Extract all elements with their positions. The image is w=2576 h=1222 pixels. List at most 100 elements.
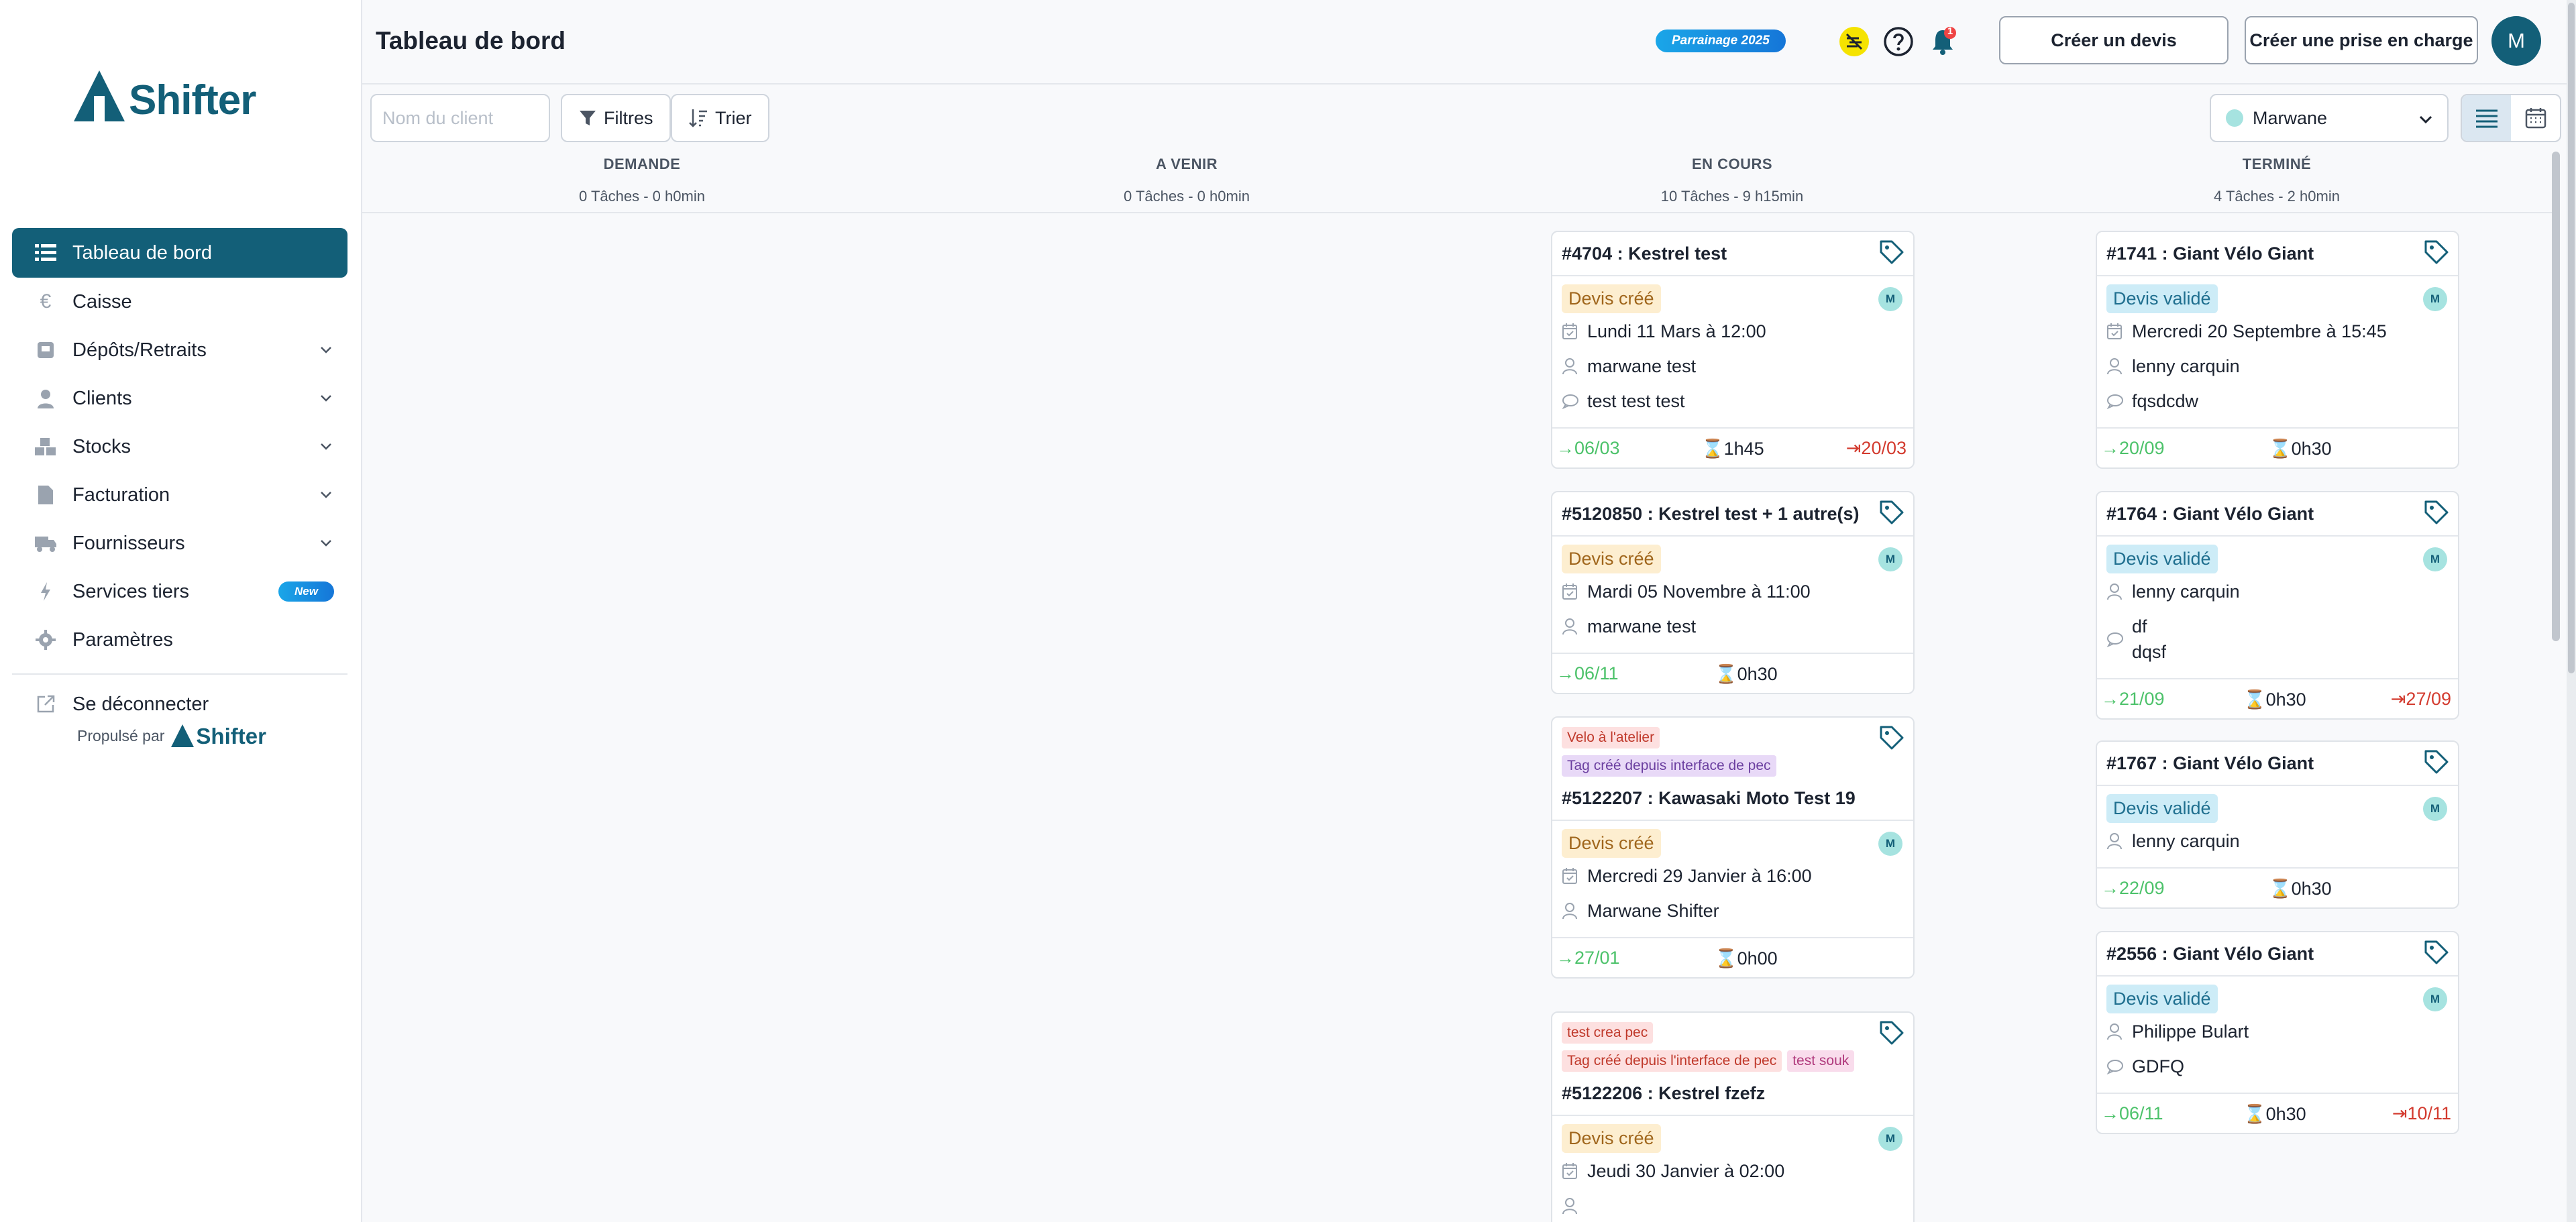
calendar-check-icon — [1562, 863, 1580, 889]
duration-text: 0h30 — [2291, 879, 2332, 899]
user-icon — [2106, 828, 2125, 854]
tag-icon[interactable] — [1878, 239, 1905, 266]
card-header: #2556 : Giant Vélo Giant — [2097, 932, 2458, 977]
chevron-down-icon[interactable] — [318, 342, 334, 358]
card-tag: Tag créé depuis l'interface de pec — [1562, 1050, 1782, 1072]
sidebar-item-depots-retraits[interactable]: Dépôts/Retraits — [12, 326, 347, 374]
card-date-row: Mercredi 20 Septembre à 15:45 — [2106, 319, 2449, 344]
comment-icon — [2106, 388, 2125, 414]
hourglass-icon: ⌛ — [2243, 1104, 2266, 1124]
calendar-view-button[interactable] — [2511, 95, 2560, 141]
card-title: #5122207 : Kawasaki Moto Test 19 — [1562, 788, 1856, 808]
tag-icon[interactable] — [1878, 724, 1905, 751]
task-card[interactable]: test crea pec Tag créé depuis l'interfac… — [1551, 1011, 1915, 1222]
sidebar-item-tableau-de-bord[interactable]: Tableau de bord — [12, 228, 347, 278]
tag-icon[interactable] — [2423, 239, 2450, 266]
sidebar: Shifter Tableau de bord € Caisse Dépôts/… — [0, 0, 362, 1222]
tag-icon[interactable] — [1878, 1019, 1905, 1046]
card-tag: test souk — [1787, 1050, 1855, 1072]
tag-icon[interactable] — [2423, 499, 2450, 526]
page-scrollbar-thumb[interactable] — [2568, 3, 2575, 673]
calendar-check-icon — [1562, 1158, 1580, 1184]
card-client: lenny carquin — [2132, 831, 2240, 851]
calendar-check-icon — [2106, 319, 2125, 344]
in-date-text: 06/11 — [2119, 1103, 2163, 1123]
sidebar-item-clients[interactable]: Clients — [12, 374, 347, 423]
column-summary: 4 Tâches - 2 h0min — [2214, 188, 2340, 205]
chevron-down-icon[interactable] — [318, 535, 334, 551]
card-out-date: ⇥27/09 — [2391, 689, 2451, 710]
card-client-row — [1562, 1193, 1904, 1219]
card-client: Marwane Shifter — [1587, 901, 1719, 921]
card-duration: ⌛1h45 — [1701, 438, 1764, 459]
sidebar-item-parametres[interactable]: Paramètres — [12, 616, 347, 664]
sidebar-item-services-tiers[interactable]: Services tiers New — [12, 567, 347, 616]
filters-button[interactable]: Filtres — [561, 94, 671, 142]
task-card[interactable]: #1741 : Giant Vélo Giant Devis validé M … — [2096, 231, 2459, 469]
card-title: #1741 : Giant Vélo Giant — [2106, 243, 2314, 264]
bell-icon[interactable]: 1 — [1927, 25, 1959, 58]
card-client-row: Philippe Bulart — [2106, 1019, 2449, 1044]
tag-icon[interactable] — [2423, 939, 2450, 966]
sidebar-nav: Tableau de bord € Caisse Dépôts/Retraits… — [12, 228, 347, 726]
shifter-logo[interactable]: Shifter — [74, 70, 256, 121]
board-toolbar: Filtres Trier Marwane — [362, 87, 2576, 148]
in-date-text: 20/09 — [2119, 438, 2165, 458]
board-scrollbar-thumb[interactable] — [2552, 152, 2560, 641]
sort-icon — [689, 109, 707, 127]
logout-label: Se déconnecter — [72, 693, 209, 715]
sign-in-icon: → — [1556, 948, 1574, 968]
page-scrollbar[interactable] — [2567, 0, 2576, 1222]
card-in-date: →27/01 — [1556, 948, 1620, 968]
user-icon — [1562, 898, 1580, 924]
card-date: Jeudi 30 Janvier à 02:00 — [1587, 1161, 1785, 1181]
hourglass-icon: ⌛ — [2269, 439, 2292, 459]
user-filter-select[interactable]: Marwane — [2210, 94, 2449, 142]
card-date: Mercredi 20 Septembre à 15:45 — [2132, 321, 2387, 341]
create-intake-button[interactable]: Créer une prise en charge — [2245, 16, 2478, 64]
create-quote-button[interactable]: Créer un devis — [1999, 16, 2229, 64]
card-header: #1767 : Giant Vélo Giant — [2097, 742, 2458, 786]
app-root: Shifter Tableau de bord € Caisse Dépôts/… — [0, 0, 2576, 1222]
card-footer: →27/01 ⌛0h00 — [1552, 937, 1913, 977]
board-scrollbar[interactable] — [2549, 149, 2563, 1222]
sign-in-icon: → — [2101, 1103, 2119, 1123]
card-date-row: Lundi 11 Mars à 12:00 — [1562, 319, 1904, 344]
sidebar-item-stocks[interactable]: Stocks — [12, 423, 347, 471]
tag-icon[interactable] — [1878, 499, 1905, 526]
sidebar-item-fournisseurs[interactable]: Fournisseurs — [12, 519, 347, 567]
logout-button[interactable]: Se déconnecter — [12, 683, 347, 726]
column-title: TERMINÉ — [2242, 156, 2312, 172]
card-comment-row: fqsdcdw — [2106, 388, 2449, 414]
task-card[interactable]: #1764 : Giant Vélo Giant Devis validé M … — [2096, 491, 2459, 720]
no-sync-icon[interactable] — [1838, 25, 1870, 58]
card-in-date: →06/11 — [1556, 663, 1619, 684]
task-card[interactable]: #5120850 : Kestrel test + 1 autre(s) Dev… — [1551, 491, 1915, 694]
chevron-down-icon[interactable] — [318, 487, 334, 503]
card-in-date: →22/09 — [2101, 878, 2165, 899]
card-date-row: Mardi 05 Novembre à 11:00 — [1562, 579, 1904, 604]
sidebar-item-facturation[interactable]: Facturation — [12, 471, 347, 519]
sidebar-item-label: Paramètres — [72, 628, 173, 651]
task-card[interactable]: #4704 : Kestrel test Devis créé M Lundi … — [1551, 231, 1915, 469]
task-card[interactable]: Velo à l'atelier Tag créé depuis interfa… — [1551, 716, 1915, 979]
tag-icon[interactable] — [2423, 748, 2450, 775]
referral-badge[interactable]: Parrainage 2025 — [1656, 30, 1786, 52]
client-search-input[interactable] — [370, 94, 550, 142]
sign-out-icon: ⇥ — [2390, 689, 2406, 709]
sidebar-item-caisse[interactable]: € Caisse — [12, 278, 347, 326]
sort-button[interactable]: Trier — [671, 94, 769, 142]
task-card[interactable]: #1767 : Giant Vélo Giant Devis validé M … — [2096, 740, 2459, 909]
user-avatar[interactable]: M — [2491, 16, 2541, 66]
help-icon[interactable] — [1882, 25, 1915, 58]
column-summary: 10 Tâches - 9 h15min — [1660, 188, 1804, 205]
card-comment: test test test — [1587, 391, 1685, 411]
chevron-down-icon[interactable] — [318, 439, 334, 455]
card-tags: Velo à l'atelier — [1562, 727, 1904, 748]
out-date-text: 27/09 — [2406, 689, 2451, 709]
card-body: Devis créé M Lundi 11 Mars à 12:00 marwa… — [1552, 276, 1913, 427]
list-icon — [32, 239, 59, 266]
task-card[interactable]: #2556 : Giant Vélo Giant Devis validé M … — [2096, 931, 2459, 1134]
chevron-down-icon[interactable] — [318, 390, 334, 406]
list-view-button[interactable] — [2462, 95, 2511, 141]
